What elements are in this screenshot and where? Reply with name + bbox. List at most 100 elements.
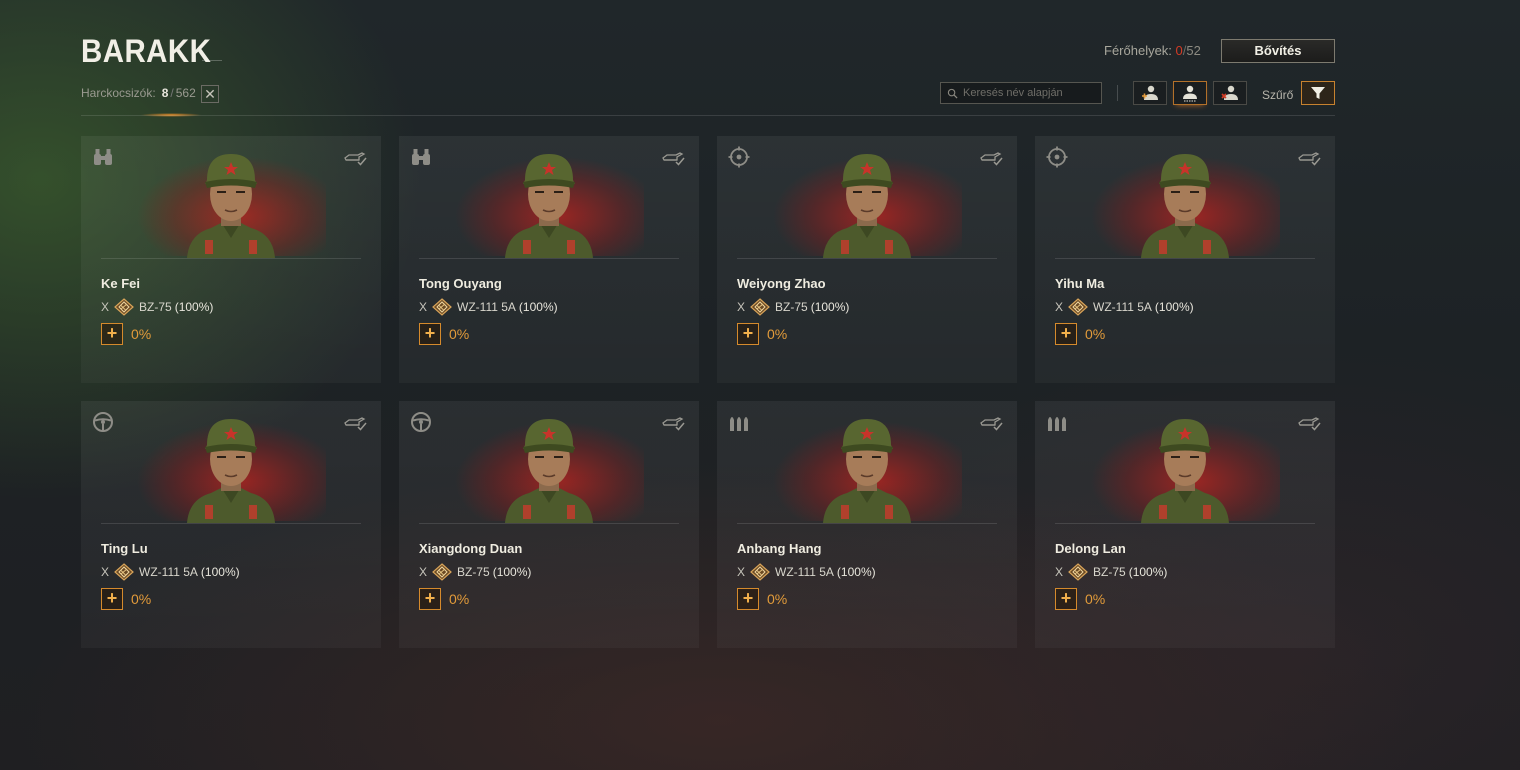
tank-icon [1297, 150, 1321, 166]
vehicle-name: BZ-75 [775, 300, 808, 314]
card-divider [737, 523, 997, 524]
search-input[interactable] [963, 87, 1093, 99]
tank-icon [1297, 415, 1321, 431]
tankman-vehicle: X BZ-75 (100%) [419, 563, 531, 581]
filter-button[interactable] [1301, 81, 1335, 105]
tankman-card[interactable]: Xiangdong Duan X BZ-75 (100%) +0% [399, 401, 699, 648]
vehicle-name: WZ-111 5A [139, 565, 198, 579]
tankman-card[interactable]: Delong Lan X BZ-75 (100%) +0% [1035, 401, 1335, 648]
qualification-percent: (100%) [200, 565, 240, 579]
skill-percent: 0% [1085, 591, 1106, 607]
title-decoration [202, 60, 222, 61]
binoculars-icon [92, 146, 114, 168]
add-skill-button[interactable]: + [101, 588, 123, 610]
tankman-portrait [181, 142, 281, 258]
card-divider [419, 523, 679, 524]
skill-percent: 0% [131, 591, 152, 607]
count-total: 562 [175, 86, 196, 100]
add-skill-button[interactable]: + [737, 323, 759, 345]
steering-wheel-icon [92, 411, 114, 433]
tankman-vehicle: X WZ-111 5A (100%) [419, 298, 558, 316]
skill-percent: 0% [449, 326, 470, 342]
skill-row: +0% [737, 323, 787, 345]
qualification-percent: (100%) [836, 565, 876, 579]
tankman-name: Ting Lu [101, 541, 148, 556]
add-skill-button[interactable]: + [419, 323, 441, 345]
qualification-percent: (100%) [810, 300, 850, 314]
skill-percent: 0% [131, 326, 152, 342]
add-skill-button[interactable]: + [1055, 323, 1077, 345]
vehicle-name: BZ-75 [139, 300, 172, 314]
tankman-card[interactable]: Weiyong Zhao X BZ-75 (100%) +0% [717, 136, 1017, 383]
shells-icon [1046, 411, 1068, 433]
tankman-vehicle: X BZ-75 (100%) [101, 298, 213, 316]
count-separator: / [170, 86, 174, 100]
tankman-card[interactable]: Anbang Hang X WZ-111 5A (100%) +0% [717, 401, 1017, 648]
card-divider [1055, 523, 1315, 524]
tankman-name: Xiangdong Duan [419, 541, 523, 556]
count-label: Harckocsizók: [81, 86, 156, 100]
tankman-vehicle: X WZ-111 5A (100%) [737, 563, 876, 581]
add-skill-button[interactable]: + [1055, 588, 1077, 610]
tankman-card[interactable]: Yihu Ma X WZ-111 5A (100%) +0% [1035, 136, 1335, 383]
vehicle-name: WZ-111 5A [457, 300, 516, 314]
capacity-used: 0 [1175, 43, 1183, 58]
dismissed-tankman-icon [1221, 85, 1238, 100]
add-skill-button[interactable]: + [101, 323, 123, 345]
filter-label: Szűrő [1262, 88, 1294, 102]
capacity-max: 52 [1186, 43, 1201, 58]
tankman-vehicle: X BZ-75 (100%) [737, 298, 849, 316]
china-nation-icon [1067, 563, 1089, 581]
funnel-icon [1311, 87, 1325, 99]
tank-icon [343, 150, 367, 166]
vehicle-tier: X [419, 300, 428, 314]
search-box[interactable] [940, 82, 1102, 104]
capacity-label: Férőhelyek: [1104, 43, 1172, 58]
vehicle-name: WZ-111 5A [775, 565, 834, 579]
add-skill-button[interactable]: + [419, 588, 441, 610]
filter-dismissed-button[interactable] [1213, 81, 1247, 105]
vehicle-name: BZ-75 [1093, 565, 1126, 579]
skill-percent: 0% [767, 326, 788, 342]
tankman-name: Weiyong Zhao [737, 276, 826, 291]
expand-button[interactable]: Bővítés [1221, 39, 1335, 63]
card-divider [737, 258, 997, 259]
filter-in-barracks-button[interactable] [1173, 81, 1207, 105]
skill-row: +0% [1055, 323, 1105, 345]
skill-row: +0% [1055, 588, 1105, 610]
tankman-portrait [817, 142, 917, 258]
card-divider [101, 258, 361, 259]
tankman-portrait [1135, 407, 1235, 523]
skill-row: +0% [737, 588, 787, 610]
filter-recruit-button[interactable] [1133, 81, 1167, 105]
tankman-portrait [181, 407, 281, 523]
tankman-portrait [817, 407, 917, 523]
vehicle-tier: X [101, 565, 110, 579]
card-divider [101, 523, 361, 524]
close-icon[interactable]: ✕ [201, 85, 219, 103]
crosshair-icon [728, 146, 750, 168]
tankman-card[interactable]: Ke Fei X BZ-75 (100%) +0% [81, 136, 381, 383]
skill-row: +0% [101, 323, 151, 345]
qualification-percent: (100%) [1154, 300, 1194, 314]
tankman-name: Yihu Ma [1055, 276, 1105, 291]
header-divider [81, 115, 1335, 116]
qualification-percent: (100%) [1128, 565, 1168, 579]
skill-percent: 0% [1085, 326, 1106, 342]
toolbar-separator [1117, 85, 1118, 101]
count-current: 8 [161, 86, 169, 100]
china-nation-icon [113, 298, 135, 316]
recruit-icon [1142, 85, 1158, 100]
add-skill-button[interactable]: + [737, 588, 759, 610]
skill-row: +0% [101, 588, 151, 610]
tankman-card[interactable]: Ting Lu X WZ-111 5A (100%) +0% [81, 401, 381, 648]
tank-icon [661, 150, 685, 166]
tankman-card[interactable]: Tong Ouyang X WZ-111 5A (100%) +0% [399, 136, 699, 383]
skill-percent: 0% [767, 591, 788, 607]
tankman-name: Anbang Hang [737, 541, 822, 556]
china-nation-icon [113, 563, 135, 581]
tankman-name: Delong Lan [1055, 541, 1126, 556]
vehicle-name: WZ-111 5A [1093, 300, 1152, 314]
search-icon [947, 88, 958, 99]
card-divider [419, 258, 679, 259]
